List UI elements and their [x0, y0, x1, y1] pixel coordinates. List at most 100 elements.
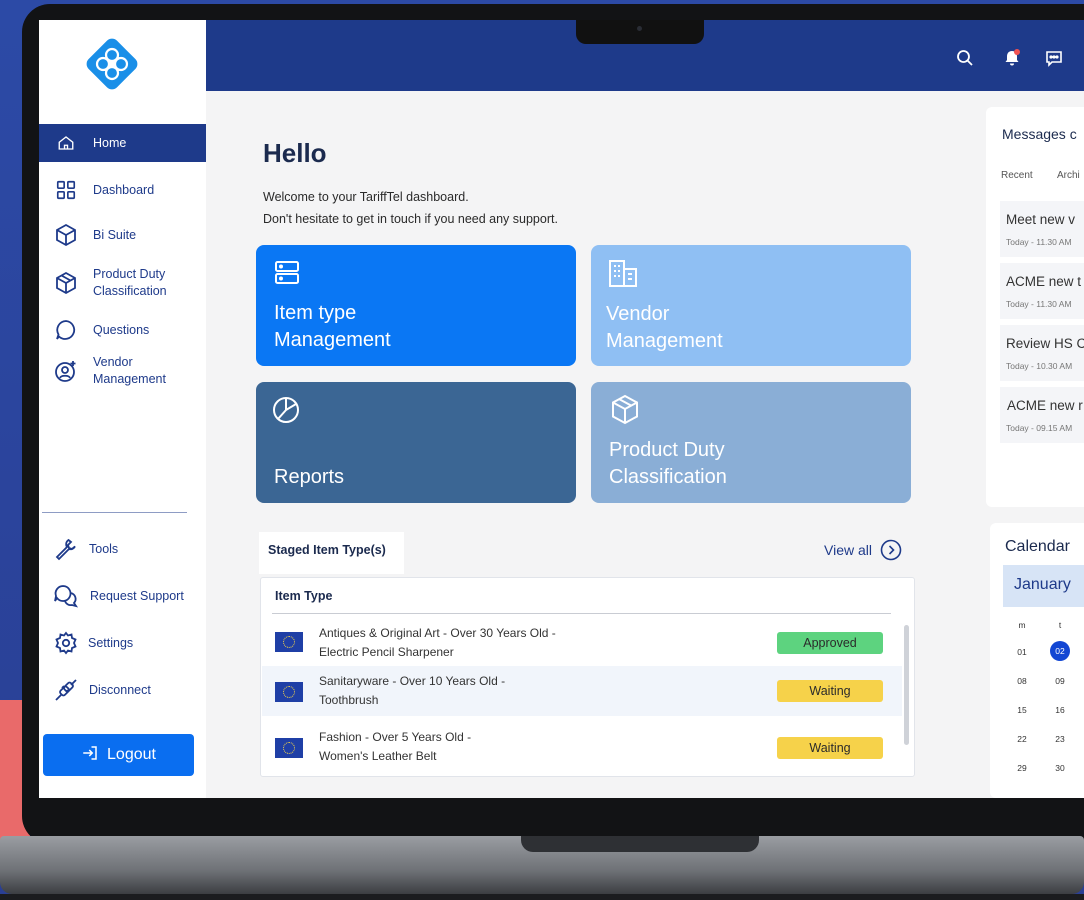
tile-reports[interactable]: Reports [256, 382, 576, 503]
sidebar-item-settings[interactable]: Settings [39, 630, 206, 656]
calendar-day[interactable]: 09 [1049, 676, 1071, 686]
sidebar-item-label: Questions [93, 322, 150, 337]
calendar-day-selected[interactable]: 02 [1050, 641, 1070, 661]
logout-icon [81, 744, 99, 767]
tile-item-type-management[interactable]: Item type Management [256, 245, 576, 366]
table-row[interactable]: Antiques & Original Art - Over 30 Years … [262, 616, 902, 666]
message-time: Today - 09.15 AM [1006, 423, 1073, 433]
sidebar-item-label: Product Duty Classification [93, 267, 167, 298]
item-type-line2: Electric Pencil Sharpener [319, 645, 454, 659]
tile-label: Item type Management [274, 300, 391, 354]
tab-recent[interactable]: Recent [1001, 170, 1033, 181]
sidebar-item-home[interactable]: Home [39, 124, 206, 162]
grid-icon [53, 177, 79, 203]
status-badge: Waiting [777, 680, 883, 702]
sidebar-item-bi-suite[interactable]: Bi Suite [39, 222, 206, 248]
gear-icon [53, 630, 79, 656]
day-header: t [1058, 620, 1062, 630]
welcome-line-1: Welcome to your TariffTel dashboard. [263, 190, 469, 204]
sidebar-item-label: Tools [89, 541, 119, 556]
search-icon[interactable] [955, 48, 975, 68]
tile-product-duty-classification[interactable]: Product Duty Classification [591, 382, 911, 503]
calendar-day[interactable]: 22 [1011, 734, 1033, 744]
app-screen: Home Dashboard Bi Suite Product Duty Cla… [39, 20, 1084, 798]
box-icon [612, 394, 638, 425]
status-badge: Waiting [777, 737, 883, 759]
calendar-day[interactable]: 30 [1049, 763, 1071, 773]
chat-bubble-icon [53, 317, 79, 343]
notification-bell-icon[interactable] [1002, 48, 1022, 68]
item-type-text: Sanitaryware - Over 10 Years Old - Tooth… [319, 672, 505, 710]
sidebar-item-disconnect[interactable]: Disconnect [39, 677, 206, 703]
wrench-icon [53, 536, 79, 562]
sidebar-item-dashboard[interactable]: Dashboard [39, 177, 206, 203]
tile-label-line1: Vendor [606, 303, 670, 325]
tile-label-line2: Management [606, 330, 723, 352]
sidebar: Home Dashboard Bi Suite Product Duty Cla… [39, 20, 206, 798]
sidebar-item-label: Settings [88, 635, 134, 650]
sidebar-item-vendor-management[interactable]: Vendor Management [39, 354, 206, 388]
message-item[interactable]: ACME new r Today - 09.15 AM [1000, 387, 1084, 443]
calendar-day[interactable]: 01 [1011, 647, 1033, 657]
messages-title: Messages c [1002, 126, 1077, 142]
welcome-text: Welcome to your TariffTel dashboard. Don… [263, 186, 558, 230]
camera-icon [637, 26, 642, 31]
chevron-right-circle-icon [880, 539, 902, 561]
tile-label-line2: Reports [274, 466, 345, 488]
message-title: Meet new v [1006, 212, 1076, 227]
sidebar-item-product-duty-classification[interactable]: Product Duty Classification [39, 266, 206, 300]
item-type-text: Fashion - Over 5 Years Old - Women's Lea… [319, 728, 471, 766]
status-badge: Approved [777, 632, 883, 654]
sidebar-item-questions[interactable]: Questions [39, 317, 206, 343]
box-icon [53, 270, 79, 296]
support-chat-icon [53, 583, 79, 609]
tile-label: Product Duty Classification [609, 437, 727, 491]
laptop-base [0, 836, 1084, 894]
calendar-day[interactable]: 23 [1049, 734, 1071, 744]
message-title: Review HS C [1006, 336, 1084, 351]
tile-label: Vendor Management [606, 301, 723, 355]
table-row[interactable]: Fashion - Over 5 Years Old - Women's Lea… [262, 719, 902, 769]
tab-archive[interactable]: Archi [1057, 170, 1080, 181]
calendar-day[interactable]: 15 [1011, 705, 1033, 715]
item-type-line1: Sanitaryware - Over 10 Years Old - [319, 674, 506, 688]
building-icon [609, 260, 637, 287]
message-item[interactable]: Review HS C Today - 10.30 AM [1000, 325, 1084, 381]
welcome-line-2: Don't hesitate to get in touch if you ne… [263, 212, 558, 226]
logout-label: Logout [107, 746, 156, 763]
table-row[interactable]: Sanitaryware - Over 10 Years Old - Tooth… [262, 666, 902, 716]
tab-staged-item-types[interactable]: Staged Item Type(s) [259, 532, 404, 574]
page-title: Hello [263, 138, 327, 168]
item-type-line2: Women's Leather Belt [319, 749, 437, 763]
view-all-link[interactable]: View all [824, 539, 902, 561]
message-item[interactable]: ACME new t Today - 11.30 AM [1000, 263, 1084, 319]
calendar-month[interactable]: January [1003, 565, 1084, 607]
laptop-hinge-notch [521, 836, 759, 852]
sidebar-item-request-support[interactable]: Request Support [39, 583, 206, 609]
tile-label-line2: Management [274, 329, 391, 351]
calendar-day[interactable]: 16 [1049, 705, 1071, 715]
sidebar-divider [42, 512, 187, 513]
calendar-title: Calendar [1005, 538, 1070, 555]
home-icon [53, 130, 79, 156]
message-icon[interactable] [1044, 48, 1064, 68]
message-title: ACME new t [1006, 274, 1082, 289]
camera-notch [576, 20, 704, 44]
user-add-icon [53, 358, 79, 384]
calendar-day[interactable]: 29 [1011, 763, 1033, 773]
header-divider [272, 613, 891, 614]
sidebar-item-tools[interactable]: Tools [39, 536, 206, 562]
laptop-base-shadow [0, 894, 1084, 900]
sidebar-item-label: Disconnect [89, 682, 151, 697]
message-item[interactable]: Meet new v Today - 11.30 AM [1000, 201, 1084, 257]
tile-label: Reports [274, 464, 344, 491]
tile-vendor-management[interactable]: Vendor Management [591, 245, 911, 366]
pie-chart-icon [273, 397, 299, 423]
message-time: Today - 10.30 AM [1006, 361, 1073, 371]
cube-icon [53, 222, 79, 248]
eu-flag-icon [275, 738, 303, 758]
table-scrollbar[interactable] [904, 625, 909, 745]
logout-button[interactable]: Logout [43, 734, 194, 776]
sidebar-item-label: Dashboard [93, 182, 155, 197]
calendar-day[interactable]: 08 [1011, 676, 1033, 686]
